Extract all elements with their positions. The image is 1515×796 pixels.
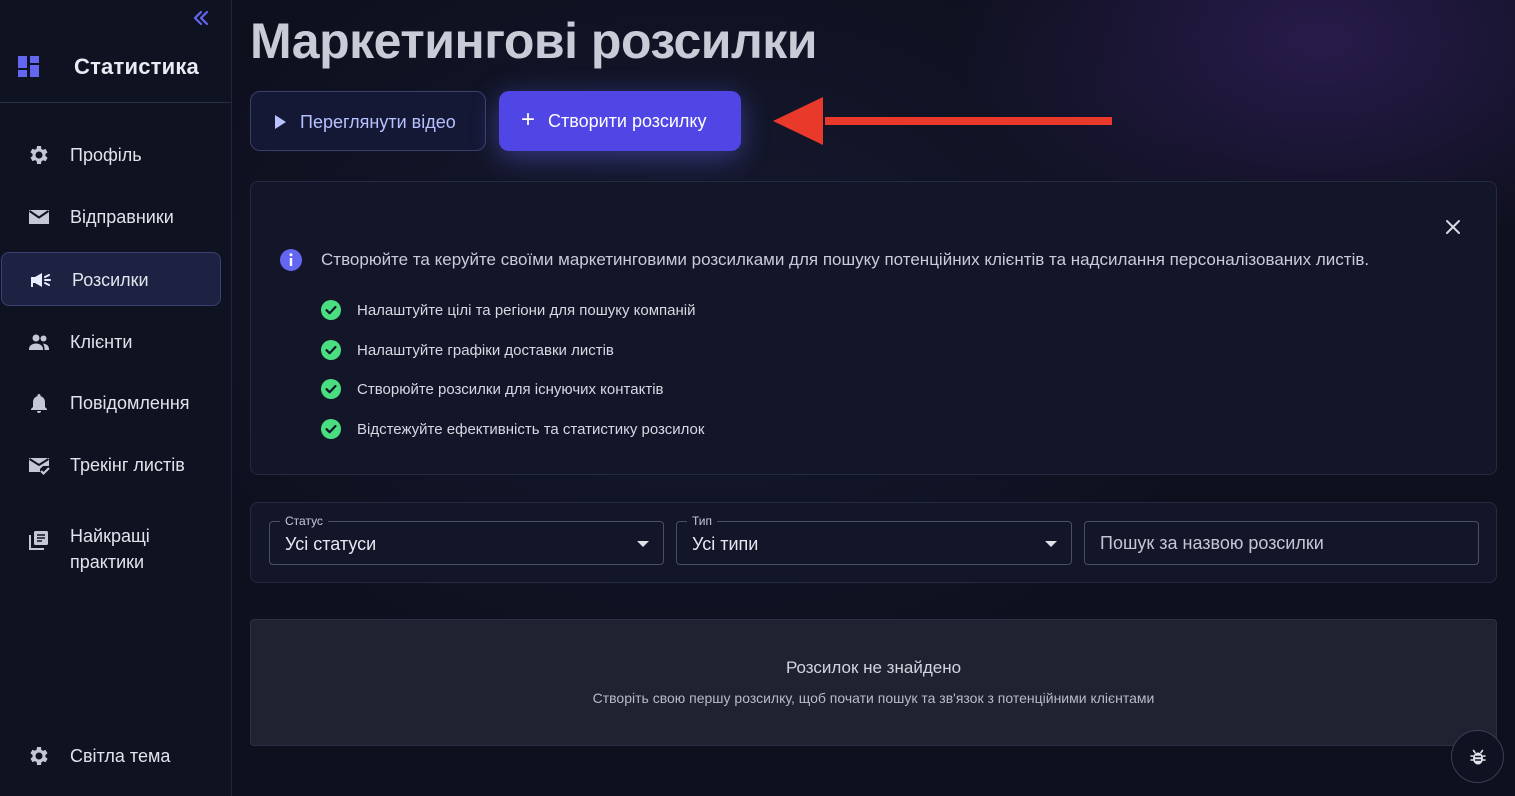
sidebar-item-label: Відправники <box>70 207 174 227</box>
filters-bar: Статус Усі статуси Тип Усі типи <box>250 502 1497 583</box>
mail-check-icon <box>28 458 50 476</box>
double-chevron-left-icon <box>193 10 209 26</box>
megaphone-icon <box>31 273 51 287</box>
theme-toggle[interactable]: Світла тема <box>0 729 231 783</box>
label-line-1: Найкращі <box>70 526 150 546</box>
type-select[interactable]: Тип Усі типи <box>676 514 1072 565</box>
type-select-value: Усі типи <box>692 534 759 554</box>
library-icon <box>29 531 48 550</box>
people-icon <box>29 334 49 350</box>
sidebar-item-label: Профіль <box>70 145 142 165</box>
gear-icon <box>30 146 48 164</box>
search-input[interactable] <box>1085 522 1478 564</box>
caret-down-icon <box>637 541 649 547</box>
status-select-value: Усі статуси <box>285 534 377 554</box>
sidebar-item-senders[interactable]: Відправники <box>0 190 231 244</box>
sidebar-item-profile[interactable]: Профіль <box>0 128 231 182</box>
check-circle-icon <box>321 379 341 399</box>
sidebar-header-title: Статистика <box>74 54 199 79</box>
app-root: Статистика Профіль Відправники Розсилки <box>0 0 1515 796</box>
sidebar-item-clients[interactable]: Клієнти <box>0 315 231 369</box>
sidebar-item-notifications[interactable]: Повідомлення <box>0 376 231 430</box>
label-line-2: практики <box>70 552 145 572</box>
sidebar-header[interactable]: Статистика <box>0 38 231 103</box>
dashboard-icon <box>18 56 39 77</box>
annotation-arrow <box>773 97 1112 145</box>
info-bullet-text: Налаштуйте графіки доставки листів <box>357 342 614 359</box>
empty-state-subtitle: Створіть свою першу розсилку, щоб почати… <box>592 690 1155 706</box>
gear-icon <box>30 747 48 765</box>
mail-icon <box>28 210 50 224</box>
sidebar-item-label: Трекінг листів <box>70 455 185 475</box>
info-bullet-text: Відстежуйте ефективність та статистику р… <box>357 421 705 438</box>
check-circle-icon <box>321 340 341 360</box>
sidebar-item-label: Клієнти <box>70 332 133 352</box>
play-icon <box>275 115 286 129</box>
check-circle-icon <box>321 419 341 439</box>
create-campaign-label: Створити розсилку <box>548 111 707 131</box>
watch-video-button[interactable]: Переглянути відео <box>250 91 486 151</box>
plus-icon: + <box>521 106 536 133</box>
info-icon <box>280 249 302 271</box>
type-select-label: Тип <box>687 514 718 528</box>
empty-state-title: Розсилок не знайдено <box>785 658 962 677</box>
close-icon[interactable] <box>1441 215 1465 239</box>
sidebar-item-label: Розсилки <box>72 270 149 290</box>
sidebar: Статистика Профіль Відправники Розсилки <box>0 0 232 796</box>
sidebar-item-mail-tracking[interactable]: Трекінг листів <box>0 438 231 492</box>
info-bullet-text: Налаштуйте цілі та регіони для пошуку ко… <box>357 302 696 319</box>
debug-button[interactable] <box>1451 730 1504 783</box>
theme-toggle-label: Світла тема <box>70 746 171 766</box>
info-bullet-text: Створюйте розсилки для існуючих контакті… <box>357 381 664 398</box>
create-campaign-button[interactable]: + Створити розсилку <box>499 91 741 151</box>
info-panel: Створюйте та керуйте своїми маркетингови… <box>250 181 1497 475</box>
sidebar-item-best-practices[interactable]: Найкращі практики <box>0 513 231 572</box>
page-title: Маркетингові розсилки <box>250 13 818 69</box>
check-circle-icon <box>321 300 341 320</box>
info-intro: Створюйте та керуйте своїми маркетингови… <box>321 250 1370 269</box>
sidebar-item-label: Найкращі практики <box>70 523 150 575</box>
bug-icon <box>1470 749 1486 765</box>
search-field[interactable] <box>1084 521 1479 565</box>
empty-state: Розсилок не знайдено Створіть свою першу… <box>250 619 1497 746</box>
status-select[interactable]: Статус Усі статуси <box>269 514 664 565</box>
sidebar-item-campaigns[interactable]: Розсилки <box>1 252 221 306</box>
collapse-sidebar-button[interactable] <box>188 6 214 30</box>
bell-icon <box>31 394 47 413</box>
sidebar-item-label: Повідомлення <box>70 393 190 413</box>
watch-video-label: Переглянути відео <box>300 112 456 132</box>
status-select-label: Статус <box>280 514 328 528</box>
caret-down-icon <box>1045 541 1057 547</box>
